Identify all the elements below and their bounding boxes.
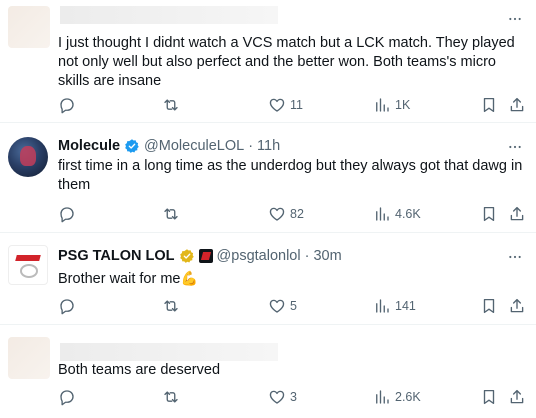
views-icon xyxy=(373,205,391,223)
tweet-actions: 3 2.6K xyxy=(50,386,530,408)
tweet-text-body: Brother wait for me xyxy=(58,271,181,287)
bookmark-button[interactable] xyxy=(480,203,498,225)
retweet-button[interactable] xyxy=(162,203,180,225)
tweet-reply-3[interactable]: PSG TALON LOL @psgtalonlol · 30m Brother… xyxy=(0,233,536,325)
reply-button[interactable] xyxy=(58,203,76,225)
tweet-text: first time in a long time as the underdo… xyxy=(58,158,523,193)
author-name[interactable]: PSG TALON LOL xyxy=(58,248,175,264)
like-button[interactable]: 11 xyxy=(268,94,303,116)
views-icon xyxy=(373,297,391,315)
tweet-text: Brother wait for me💪 xyxy=(58,269,523,289)
reply-icon xyxy=(58,96,76,114)
bookmark-icon xyxy=(480,205,498,223)
tweet-header: PSG TALON LOL @psgtalonlol · 30m xyxy=(58,246,342,266)
retweet-button[interactable] xyxy=(162,386,180,408)
like-icon xyxy=(268,297,286,315)
bookmark-icon xyxy=(480,96,498,114)
flexed-biceps-emoji: 💪 xyxy=(180,270,198,286)
avatar[interactable] xyxy=(8,137,48,177)
view-count: 1K xyxy=(395,98,411,112)
tweet-reply-2[interactable]: Molecule @MoleculeLOL · 11h first time i… xyxy=(0,123,536,233)
timestamp[interactable]: 11h xyxy=(257,138,280,154)
bookmark-icon xyxy=(480,297,498,315)
view-count: 4.6K xyxy=(395,207,421,221)
bookmark-button[interactable] xyxy=(480,295,498,317)
retweet-icon xyxy=(162,297,180,315)
like-icon xyxy=(268,96,286,114)
more-icon[interactable] xyxy=(506,248,524,266)
like-count: 82 xyxy=(290,207,304,221)
share-icon xyxy=(508,297,526,315)
redacted-author-name xyxy=(60,6,278,24)
share-button[interactable] xyxy=(508,94,526,116)
share-icon xyxy=(508,96,526,114)
tweet-actions: 82 4.6K xyxy=(50,203,530,225)
separator-dot: · xyxy=(304,248,310,264)
more-icon[interactable] xyxy=(506,10,524,28)
like-count: 3 xyxy=(290,390,297,404)
redacted-author-name xyxy=(60,343,278,361)
like-icon xyxy=(268,205,286,223)
like-button[interactable]: 3 xyxy=(268,386,297,408)
verified-icon xyxy=(179,249,194,263)
share-icon xyxy=(508,205,526,223)
timestamp[interactable]: 30m xyxy=(313,248,341,264)
tweet-reply-1[interactable]: I just thought I didnt watch a VCS match… xyxy=(0,0,536,123)
views-button[interactable]: 2.6K xyxy=(373,386,421,408)
separator-dot: · xyxy=(248,138,254,154)
like-count: 11 xyxy=(290,98,303,112)
tweet-text: I just thought I didnt watch a VCS match… xyxy=(58,35,515,89)
tweet-reply-4[interactable]: Both teams are deserved 3 2.6K xyxy=(0,325,536,418)
share-button[interactable] xyxy=(508,295,526,317)
tweet-actions: 5 141 xyxy=(50,295,530,317)
views-icon xyxy=(373,96,391,114)
views-button[interactable]: 141 xyxy=(373,295,416,317)
view-count: 141 xyxy=(395,299,416,313)
author-name[interactable]: Molecule xyxy=(58,138,120,154)
retweet-button[interactable] xyxy=(162,94,180,116)
bookmark-icon xyxy=(480,388,498,406)
views-icon xyxy=(373,388,391,406)
bookmark-button[interactable] xyxy=(480,94,498,116)
share-button[interactable] xyxy=(508,386,526,408)
more-icon[interactable] xyxy=(506,138,524,156)
share-button[interactable] xyxy=(508,203,526,225)
tweet-text: Both teams are deserved xyxy=(58,362,221,378)
bookmark-button[interactable] xyxy=(480,386,498,408)
verified-icon xyxy=(125,139,139,153)
like-icon xyxy=(268,388,286,406)
reply-icon xyxy=(58,388,76,406)
like-button[interactable]: 82 xyxy=(268,203,304,225)
tweet-header: Molecule @MoleculeLOL · 11h xyxy=(58,136,280,156)
retweet-icon xyxy=(162,205,180,223)
author-handle[interactable]: @MoleculeLOL xyxy=(144,138,244,154)
share-icon xyxy=(508,388,526,406)
affiliate-badge-icon[interactable] xyxy=(198,249,213,263)
reply-icon xyxy=(58,205,76,223)
views-button[interactable]: 4.6K xyxy=(373,203,421,225)
retweet-icon xyxy=(162,388,180,406)
reply-icon xyxy=(58,297,76,315)
views-button[interactable]: 1K xyxy=(373,94,410,116)
avatar[interactable] xyxy=(8,245,48,285)
tweet-actions: 11 1K xyxy=(50,94,530,116)
reply-button[interactable] xyxy=(58,386,76,408)
reply-button[interactable] xyxy=(58,295,76,317)
avatar[interactable] xyxy=(8,6,50,48)
avatar[interactable] xyxy=(8,337,50,379)
reply-button[interactable] xyxy=(58,94,76,116)
like-count: 5 xyxy=(290,299,297,313)
like-button[interactable]: 5 xyxy=(268,295,297,317)
author-handle[interactable]: @psgtalonlol xyxy=(217,248,301,264)
retweet-icon xyxy=(162,96,180,114)
retweet-button[interactable] xyxy=(162,295,180,317)
view-count: 2.6K xyxy=(395,390,421,404)
